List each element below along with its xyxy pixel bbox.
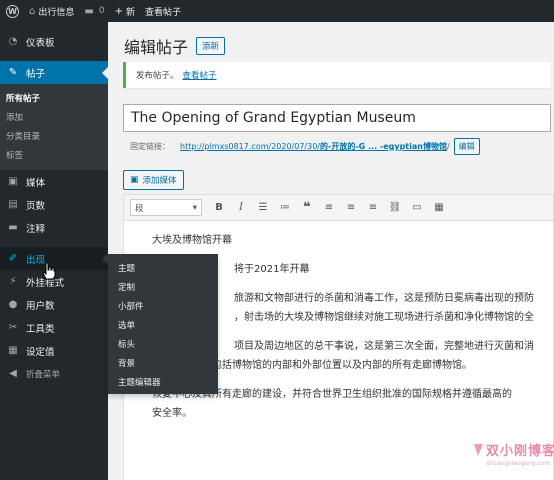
menu-users[interactable]: ● 用户数 [0,293,108,316]
menu-collapse-label: 折叠菜单 [26,369,61,380]
admin-sidebar: ◔ 仪表板 ✎ 帖子 所有帖子 添加 分类目录 标签 ▣ 媒体 ▤ 页数 ▬ 注… [0,22,108,480]
submenu-categories[interactable]: 分类目录 [0,126,108,145]
view-post-label: 查看帖子 [144,7,181,18]
submenu-tags[interactable]: 标签 [0,145,108,164]
chevron-down-icon: ▾ [192,202,197,213]
align-center-icon[interactable]: ≡ [340,198,362,218]
menu-comments-label: 注释 [26,223,46,235]
add-media-label: 添加媒体 [142,176,177,186]
flyout-theme-editor[interactable]: 主题编辑器 [108,372,218,391]
collapse-icon: ◀ [9,368,17,379]
flyout-widgets[interactable]: 小部件 [108,296,218,315]
align-right-icon[interactable]: ≡ [362,198,384,218]
settings-icon: ▦ [8,345,18,356]
flyout-header[interactable]: 标头 [108,334,218,353]
comments-link[interactable]: ▬ 0 [79,0,109,22]
numbered-list-icon[interactable]: ≔ [274,198,296,218]
menu-posts[interactable]: ✎ 帖子 [0,61,108,84]
menu-collapse[interactable]: ◀ 折叠菜单 [0,362,108,385]
appearance-flyout-menu: 主题 定制 小部件 选单 标头 背景 主题编辑器 [108,254,218,394]
comment-icon: ▬ [84,5,94,17]
menu-comments[interactable]: ▬ 注释 [0,216,108,239]
site-name: 出行信息 [38,7,75,18]
flyout-menus[interactable]: 选单 [108,315,218,334]
wordpress-logo[interactable]: W [0,0,24,22]
submenu-add-new[interactable]: 添加 [0,107,108,126]
admin-bar: W ⌂ 出行信息 ▬ 0 + 新 查看帖子 [0,0,554,22]
flyout-background[interactable]: 背景 [108,353,218,372]
title-row: 编辑帖子 添新 [124,34,226,58]
add-new-button[interactable]: 添新 [196,37,226,55]
wordpress-icon: W [6,4,19,18]
media-icon: ▣ [8,176,18,187]
watermark-subtext: shuangxiaogang.com [486,460,551,467]
new-label: 新 [125,7,135,18]
edit-permalink-button[interactable]: 编辑 [453,138,480,155]
menu-users-label: 用户数 [26,300,55,312]
flyout-customize[interactable]: 定制 [108,277,218,296]
permalink-slug[interactable]: 的-开放的-G ... -egyptian博物馆 [320,141,447,152]
menu-media-label: 媒体 [26,177,46,189]
align-left-icon[interactable]: ≡ [318,198,340,218]
menu-tools-label: 工具类 [26,323,55,335]
site-name-link[interactable]: ⌂ 出行信息 [24,0,79,22]
plus-icon: + [114,5,123,17]
posts-submenu: 所有帖子 添加 分类目录 标签 [0,84,108,170]
watermark-text: 双小刚博客 [486,444,554,459]
page-title: 编辑帖子 [124,38,189,57]
add-media-button[interactable]: ▣ 添加媒体 [123,170,184,190]
menu-tools[interactable]: ✂ 工具类 [0,316,108,339]
italic-icon[interactable]: I [230,198,252,218]
menu-posts-label: 帖子 [26,68,46,80]
menu-settings-label: 设定值 [26,346,55,358]
home-icon: ⌂ [29,5,36,17]
post-title-input[interactable]: The Opening of Grand Egyptian Museum [123,104,551,132]
comments-count: 0 [98,6,105,16]
bold-icon[interactable]: B [208,198,230,218]
pin-icon: ✎ [8,67,18,78]
notice-text: 发布帖子。 [136,71,179,81]
flyout-themes[interactable]: 主题 [108,258,218,277]
menu-dashboard[interactable]: ◔ 仪表板 [0,30,108,53]
media-icon: ▣ [130,175,139,185]
hand-cursor-icon [42,262,56,280]
page-icon: ▤ [8,199,18,210]
submenu-all-posts[interactable]: 所有帖子 [0,88,108,107]
notice-view-post-link[interactable]: 查看帖子 [183,69,217,81]
permalink-label: 固定链接： [130,142,170,151]
menu-pages[interactable]: ▤ 页数 [0,193,108,216]
comment-icon: ▬ [8,222,18,233]
toolbar-toggle-icon[interactable]: ▦ [428,198,450,218]
permalink-tail: / [446,142,450,151]
blockquote-icon[interactable]: ❝ [296,198,318,218]
view-post-link[interactable]: 查看帖子 [140,0,186,22]
permalink-url[interactable]: http://plmxs0817.com/2020/07/30/ [180,142,320,151]
permalink-row: 固定链接： http://plmxs0817.com/2020/07/30/ 的… [130,138,480,155]
success-notice: 发布帖子。 查看帖子 [123,62,551,88]
menu-settings[interactable]: ▦ 设定值 [0,339,108,362]
dashboard-icon: ◔ [8,36,18,47]
format-select-value: 段 [135,203,144,214]
watermark-logo-icon [474,444,483,456]
brush-icon: ✐ [8,253,18,264]
new-content-link[interactable]: + 新 [110,0,140,22]
wrench-icon: ✂ [8,322,18,333]
user-icon: ● [8,299,18,310]
bullet-list-icon[interactable]: ☰ [252,198,274,218]
editor-toolbar: 段 ▾ B I ☰ ≔ ❝ ≡ ≡ ≡ ⛓ ▭ ▦ [124,195,553,221]
plugin-icon: ⚡ [9,276,17,287]
menu-media[interactable]: ▣ 媒体 [0,170,108,193]
more-tag-icon[interactable]: ▭ [406,198,428,218]
menu-pages-label: 页数 [26,200,46,212]
link-icon[interactable]: ⛓ [384,198,406,218]
main-content: 编辑帖子 添新 发布帖子。 查看帖子 The Opening of Grand … [108,22,554,480]
menu-dashboard-label: 仪表板 [26,37,55,49]
format-select[interactable]: 段 ▾ [130,199,202,216]
watermark: 双小刚博客 shuangxiaogang.com [472,438,554,478]
content-paragraph: 大埃及博物馆开幕 [152,235,232,246]
